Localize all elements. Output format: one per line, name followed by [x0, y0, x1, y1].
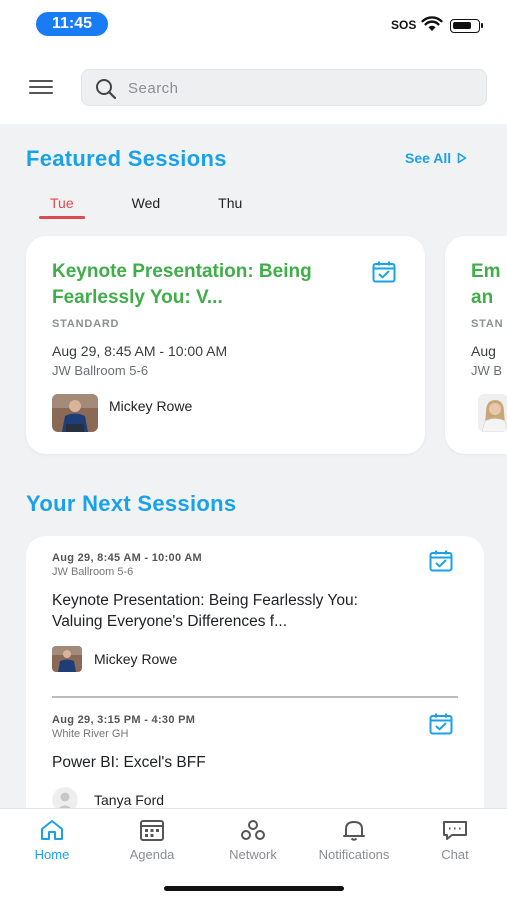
featured-session-title: Em an [471, 261, 501, 308]
featured-sessions-heading: Featured Sessions [26, 146, 227, 171]
session-type: STANDARD [52, 318, 120, 330]
speaker-row: Mickey Rowe [52, 646, 462, 672]
home-icon [41, 820, 63, 840]
search-input[interactable] [128, 77, 468, 99]
featured-session-title: Keynote Presentation: Being Fearlessly Y… [52, 261, 312, 308]
home-indicator[interactable] [164, 886, 344, 891]
nav-label: Notifications [318, 847, 390, 862]
speaker-avatar [52, 646, 82, 672]
battery-level [453, 22, 471, 29]
status-time: 11:45 [36, 12, 108, 36]
nav-label: Home [34, 847, 70, 862]
speaker-avatar [478, 394, 507, 432]
next-session-item[interactable]: Aug 29, 3:15 PM - 4:30 PM White River GH… [52, 714, 462, 813]
bottom-tab-bar: Home Agenda Network Notifications Chat [0, 808, 507, 900]
nav-home[interactable]: Home [2, 819, 102, 862]
bell-icon [343, 821, 365, 841]
nav-label: Agenda [129, 847, 175, 862]
speaker-avatar [52, 394, 98, 432]
battery-icon [450, 19, 483, 33]
session-time: Aug 29, 3:15 PM - 4:30 PM [52, 714, 196, 726]
sos-indicator: SOS [391, 18, 417, 32]
nav-chat[interactable]: Chat [405, 819, 505, 862]
session-room: White River GH [52, 728, 129, 740]
session-time: Aug [471, 343, 496, 359]
session-room: JW Ballroom 5-6 [52, 363, 149, 378]
search-icon [96, 79, 117, 100]
session-type: STAN [471, 318, 504, 330]
session-room: JW Ballroom 5-6 [52, 566, 134, 578]
calendar-check-icon[interactable] [372, 261, 396, 283]
hamburger-menu-icon[interactable] [29, 80, 53, 96]
tab-tue[interactable]: Tue [39, 195, 85, 219]
speaker-name: Mickey Rowe [109, 398, 193, 414]
status-bar: 11:45 SOS [0, 0, 507, 50]
speaker-name: Tanya Ford [94, 792, 165, 808]
session-divider [52, 696, 458, 698]
nav-label: Network [229, 847, 277, 862]
session-time: Aug 29, 8:45 AM - 10:00 AM [52, 552, 203, 564]
next-session-item[interactable]: Aug 29, 8:45 AM - 10:00 AM JW Ballroom 5… [52, 552, 462, 672]
session-name: Keynote Presentation: Being Fearlessly Y… [52, 592, 358, 630]
nav-agenda[interactable]: Agenda [102, 819, 202, 862]
featured-session-card[interactable]: Keynote Presentation: Being Fearlessly Y… [26, 236, 425, 454]
nav-label: Chat [441, 847, 469, 862]
calendar-check-icon[interactable] [429, 713, 453, 735]
session-name: Power BI: Excel's BFF [52, 754, 206, 771]
nav-notifications[interactable]: Notifications [304, 819, 404, 862]
agenda-icon [140, 820, 164, 841]
see-all-link[interactable]: See All [405, 150, 467, 166]
wifi-icon [421, 16, 443, 31]
next-sessions-card: Aug 29, 8:45 AM - 10:00 AM JW Ballroom 5… [26, 536, 484, 826]
search-bar[interactable] [81, 69, 487, 106]
next-sessions-heading: Your Next Sessions [26, 491, 237, 516]
chat-icon [443, 821, 467, 840]
see-all-label: See All [405, 150, 452, 166]
network-icon [241, 820, 265, 840]
tab-wed[interactable]: Wed [121, 195, 172, 219]
top-header [0, 50, 507, 124]
nav-network[interactable]: Network [203, 819, 303, 862]
session-room: JW B [471, 363, 503, 378]
calendar-check-icon[interactable] [429, 550, 453, 572]
featured-session-card-partial[interactable]: Em an STAN Aug JW B [445, 236, 507, 454]
day-tabs: Tue Wed Thu [39, 195, 289, 219]
session-time: Aug 29, 8:45 AM - 10:00 AM [52, 343, 228, 359]
play-arrow-icon [457, 152, 467, 164]
tab-thu[interactable]: Thu [207, 195, 253, 219]
speaker-name: Mickey Rowe [94, 651, 178, 667]
